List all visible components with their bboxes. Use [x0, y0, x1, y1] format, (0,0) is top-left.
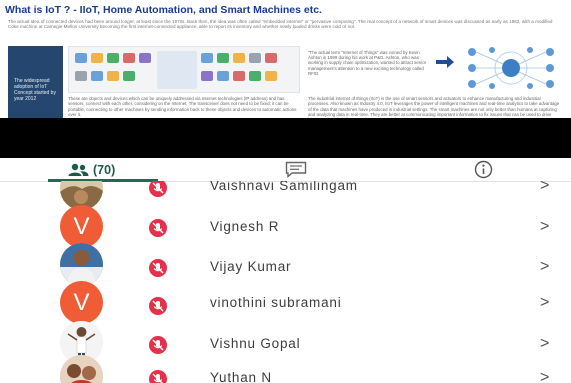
video-black-area [0, 118, 571, 158]
chevron-right-icon[interactable]: > [540, 181, 549, 195]
mic-muted-icon [149, 259, 167, 277]
avatar: V [60, 205, 103, 248]
people-icon [68, 163, 89, 176]
chevron-right-icon[interactable]: > [540, 369, 549, 383]
chat-icon[interactable] [285, 161, 307, 178]
smart-home-image [157, 51, 197, 89]
participant-row[interactable]: V vinothini subramani > [0, 281, 571, 324]
participant-row[interactable]: Vaishnavi Samilingam > [0, 181, 571, 210]
participant-row[interactable]: Vijay Kumar > [0, 243, 571, 286]
device-icon [265, 71, 277, 81]
participant-name: vinothini subramani [210, 295, 342, 310]
device-icon [217, 53, 229, 63]
participant-name: Vijay Kumar [210, 259, 292, 274]
mic-muted-icon [149, 181, 167, 197]
slide-title: What is IoT ? - IIoT, Home Automation, a… [5, 4, 322, 16]
device-icon [91, 71, 103, 81]
device-icon [265, 53, 277, 63]
chevron-right-icon[interactable]: > [540, 218, 549, 236]
chevron-right-icon[interactable]: > [540, 335, 549, 353]
device-icon [91, 53, 103, 63]
tab-participants[interactable]: (70) [68, 161, 115, 179]
avatar [60, 243, 103, 286]
device-icon [249, 53, 261, 63]
slide-sidebar-text: The widespread adoption of IoT Concept s… [14, 78, 56, 102]
mic-muted-icon [149, 370, 167, 383]
slide-illustration [68, 46, 300, 93]
device-icon [139, 53, 151, 63]
mic-muted-icon [149, 219, 167, 237]
slide-body-text-right: The industrial internet of things (IIoT)… [308, 96, 560, 118]
device-icon [249, 71, 261, 81]
info-icon[interactable] [474, 160, 493, 179]
shared-screen: What is IoT ? - IIoT, Home Automation, a… [0, 0, 571, 118]
avatar: V [60, 281, 103, 324]
arrow-right-icon [436, 56, 454, 68]
participant-row[interactable]: V Vignesh R > [0, 205, 571, 248]
device-icon [233, 71, 245, 81]
slide-intro-text: The actual idea of connected devices had… [8, 19, 553, 30]
device-icon [201, 53, 213, 63]
device-icon [75, 71, 87, 81]
participant-count: (70) [93, 163, 116, 177]
participant-name: Vishnu Gopal [210, 336, 301, 351]
device-icon [123, 53, 135, 63]
slide-body-text-left: These are objects and devices which can … [68, 96, 297, 117]
participant-name: Yuthan N [210, 370, 272, 383]
device-icon [107, 71, 119, 81]
device-icon [201, 71, 213, 81]
device-icon [233, 53, 245, 63]
avatar [60, 355, 103, 383]
device-icon [107, 53, 119, 63]
device-icon [75, 53, 87, 63]
mic-muted-icon [149, 297, 167, 315]
device-icon [123, 71, 135, 81]
participant-name: Vignesh R [210, 219, 280, 234]
participant-row[interactable]: Vishnu Gopal > [0, 319, 571, 364]
participant-list[interactable]: Vaishnavi Samilingam > V Vignesh R > Vij… [0, 181, 571, 383]
chevron-right-icon[interactable]: > [540, 294, 549, 312]
mic-muted-icon [149, 336, 167, 354]
slide-quote-text: "The actual term "Internet of Things" wa… [308, 50, 427, 76]
participant-row[interactable]: Yuthan N > [0, 355, 571, 383]
device-icon [217, 71, 229, 81]
iot-network-diagram [468, 47, 554, 89]
chevron-right-icon[interactable]: > [540, 258, 549, 276]
participant-name: Vaishnavi Samilingam [210, 181, 358, 193]
